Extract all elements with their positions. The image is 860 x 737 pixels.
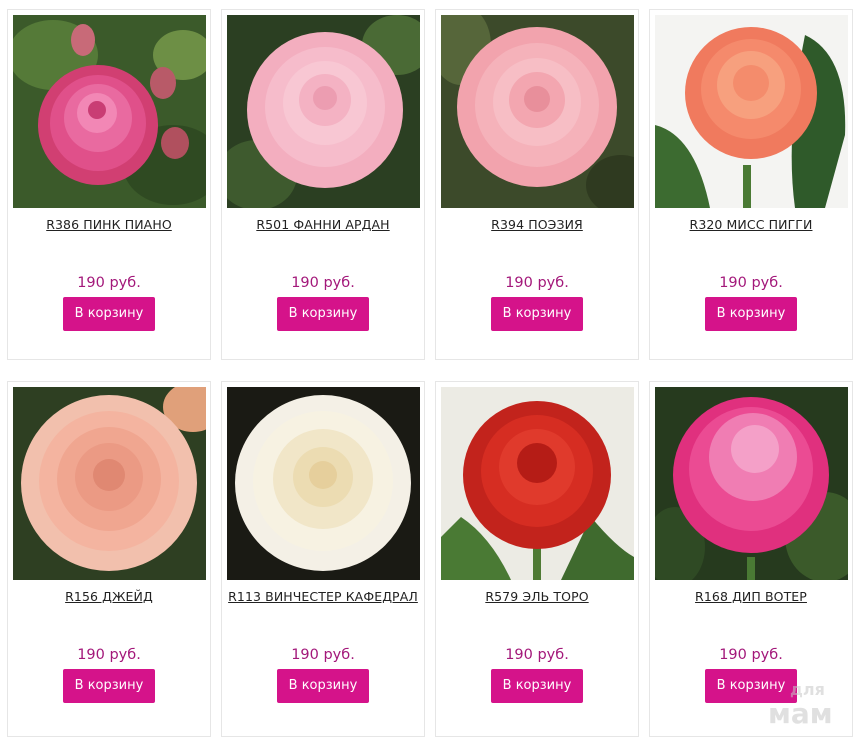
product-card: R113 ВИНЧЕСТЕР КАФЕДРАЛ 190 руб. В корзи… xyxy=(221,381,425,737)
add-to-cart-button[interactable]: В корзину xyxy=(491,297,583,331)
rose-el-toro-image[interactable] xyxy=(441,387,634,580)
product-title[interactable]: R113 ВИНЧЕСТЕР КАФЕДРАЛ xyxy=(228,589,418,604)
product-card: R386 ПИНК ПИАНО 190 руб. В корзину xyxy=(7,9,211,360)
product-price: 190 руб. xyxy=(77,647,141,663)
product-title[interactable]: R156 ДЖЕЙД xyxy=(14,589,204,604)
product-price: 190 руб. xyxy=(505,647,569,663)
add-to-cart-button[interactable]: В корзину xyxy=(277,297,369,331)
rose-jade-image[interactable] xyxy=(13,387,206,580)
product-price: 190 руб. xyxy=(77,275,141,291)
product-card: R156 ДЖЕЙД 190 руб. В корзину xyxy=(7,381,211,737)
product-price: 190 руб. xyxy=(505,275,569,291)
product-title[interactable]: R394 ПОЭЗИЯ xyxy=(442,217,632,232)
product-title[interactable]: R386 ПИНК ПИАНО xyxy=(14,217,204,232)
add-to-cart-button[interactable]: В корзину xyxy=(277,669,369,703)
rose-deep-water-image[interactable] xyxy=(655,387,848,580)
product-card: R579 ЭЛЬ ТОРО 190 руб. В корзину xyxy=(435,381,639,737)
rose-pink-piano-image[interactable] xyxy=(13,15,206,208)
product-price: 190 руб. xyxy=(291,275,355,291)
product-price: 190 руб. xyxy=(719,275,783,291)
add-to-cart-button[interactable]: В корзину xyxy=(63,669,155,703)
rose-fanny-ardant-image[interactable] xyxy=(227,15,420,208)
product-card: R320 МИСС ПИГГИ 190 руб. В корзину xyxy=(649,9,853,360)
product-title[interactable]: R579 ЭЛЬ ТОРО xyxy=(442,589,632,604)
rose-winchester-cathedral-image[interactable] xyxy=(227,387,420,580)
product-price: 190 руб. xyxy=(719,647,783,663)
svg-text:мам: мам xyxy=(768,697,833,727)
rose-miss-piggy-image[interactable] xyxy=(655,15,848,208)
rose-poetry-image[interactable] xyxy=(441,15,634,208)
product-card: R394 ПОЭЗИЯ 190 руб. В корзину xyxy=(435,9,639,360)
watermark-logo: для мам xyxy=(766,677,846,730)
product-title[interactable]: R320 МИСС ПИГГИ xyxy=(656,217,846,232)
product-price: 190 руб. xyxy=(291,647,355,663)
product-card: R501 ФАННИ АРДАН 190 руб. В корзину xyxy=(221,9,425,360)
add-to-cart-button[interactable]: В корзину xyxy=(705,297,797,331)
add-to-cart-button[interactable]: В корзину xyxy=(491,669,583,703)
product-title[interactable]: R168 ДИП ВОТЕР xyxy=(656,589,846,604)
product-title[interactable]: R501 ФАННИ АРДАН xyxy=(228,217,418,232)
add-to-cart-button[interactable]: В корзину xyxy=(63,297,155,331)
